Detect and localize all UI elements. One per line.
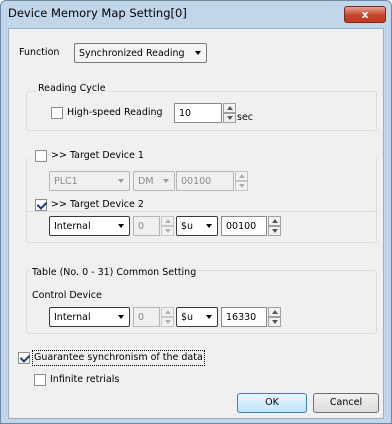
cancel-button[interactable]: Cancel: [313, 393, 379, 413]
control-device-index-value: 0: [138, 312, 145, 323]
high-speed-reading-label: High-speed Reading: [67, 107, 163, 118]
reading-cycle-unit: sec: [237, 112, 254, 123]
chevron-down-icon: [118, 224, 124, 228]
control-device-device-select[interactable]: $u: [176, 307, 218, 327]
control-device-type-value: Internal: [54, 312, 91, 323]
reading-cycle-value: 10: [179, 108, 192, 119]
target-device-2-index-spinner[interactable]: [161, 216, 174, 236]
target-device-2-type-value: Internal: [54, 221, 91, 232]
target-device-1-address-input[interactable]: 00100: [176, 171, 234, 191]
spin-up-icon[interactable]: [161, 216, 174, 226]
spin-up-icon[interactable]: [268, 307, 281, 317]
target-device-2-type-select[interactable]: Internal: [49, 216, 130, 236]
target-device-2-index-input[interactable]: 0: [133, 216, 160, 236]
chevron-down-icon: [118, 179, 124, 183]
spin-down-icon[interactable]: [161, 317, 174, 327]
common-setting-label: Table (No. 0 - 31) Common Setting: [30, 266, 199, 280]
close-button[interactable]: x: [344, 6, 386, 23]
infinite-retrials-checkbox[interactable]: [34, 374, 46, 386]
spin-down-icon[interactable]: [223, 113, 236, 123]
window-title: Device Memory Map Setting[0]: [8, 6, 187, 20]
ok-button[interactable]: OK: [237, 393, 307, 413]
guarantee-sync-checkbox[interactable]: [18, 352, 30, 364]
target-device-1-address-spinner[interactable]: [235, 171, 248, 191]
spin-down-icon[interactable]: [268, 317, 281, 327]
target-device-1-device-value: DM: [138, 176, 154, 187]
spin-up-icon[interactable]: [223, 103, 236, 113]
target-device-1-plc-select[interactable]: PLC1: [49, 171, 130, 191]
function-select[interactable]: Synchronized Reading: [74, 43, 207, 63]
chevron-down-icon: [206, 315, 212, 319]
spin-up-icon[interactable]: [235, 171, 248, 181]
reading-cycle-input[interactable]: 10: [174, 103, 222, 123]
function-select-value: Synchronized Reading: [79, 48, 185, 59]
control-device-address-input[interactable]: 16330: [221, 307, 267, 327]
chevron-down-icon: [195, 51, 201, 55]
target-device-1-plc-value: PLC1: [54, 176, 78, 187]
target-device-2-address-value: 00100: [226, 221, 257, 232]
control-device-label: Control Device: [32, 290, 102, 301]
target-device-1-device-select[interactable]: DM: [133, 171, 175, 191]
infinite-retrials-label: Infinite retrials: [50, 374, 120, 385]
target-device-2-device-value: $u: [181, 221, 194, 232]
target-device-2-address-spinner[interactable]: [268, 216, 281, 236]
guarantee-sync-label: Guarantee synchronism of the data: [32, 350, 205, 366]
control-device-address-spinner[interactable]: [268, 307, 281, 327]
target-device-1-address-value: 00100: [181, 176, 212, 187]
target-device-2-device-select[interactable]: $u: [176, 216, 218, 236]
spin-down-icon[interactable]: [235, 181, 248, 191]
function-label: Function: [19, 47, 60, 58]
control-device-device-value: $u: [181, 312, 194, 323]
spin-up-icon[interactable]: [161, 307, 174, 317]
reading-cycle-spinner[interactable]: [223, 103, 236, 123]
reading-cycle-label: Reading Cycle: [36, 82, 108, 96]
control-device-index-input[interactable]: 0: [133, 307, 160, 327]
spin-down-icon[interactable]: [161, 226, 174, 236]
control-device-type-select[interactable]: Internal: [49, 307, 130, 327]
spin-down-icon[interactable]: [268, 226, 281, 236]
chevron-down-icon: [163, 179, 169, 183]
spin-up-icon[interactable]: [268, 216, 281, 226]
chevron-down-icon: [118, 315, 124, 319]
target-device-2-address-input[interactable]: 00100: [221, 216, 267, 236]
title-bar[interactable]: Device Memory Map Setting[0] x: [1, 1, 391, 27]
target-device-2-index-value: 0: [138, 221, 145, 232]
dialog-client-area: Function Synchronized Reading Reading Cy…: [8, 28, 384, 419]
high-speed-reading-checkbox[interactable]: [51, 107, 63, 119]
dialog-window: Device Memory Map Setting[0] x Function …: [0, 0, 392, 424]
chevron-down-icon: [206, 224, 212, 228]
control-device-index-spinner[interactable]: [161, 307, 174, 327]
control-device-address-value: 16330: [226, 312, 257, 323]
